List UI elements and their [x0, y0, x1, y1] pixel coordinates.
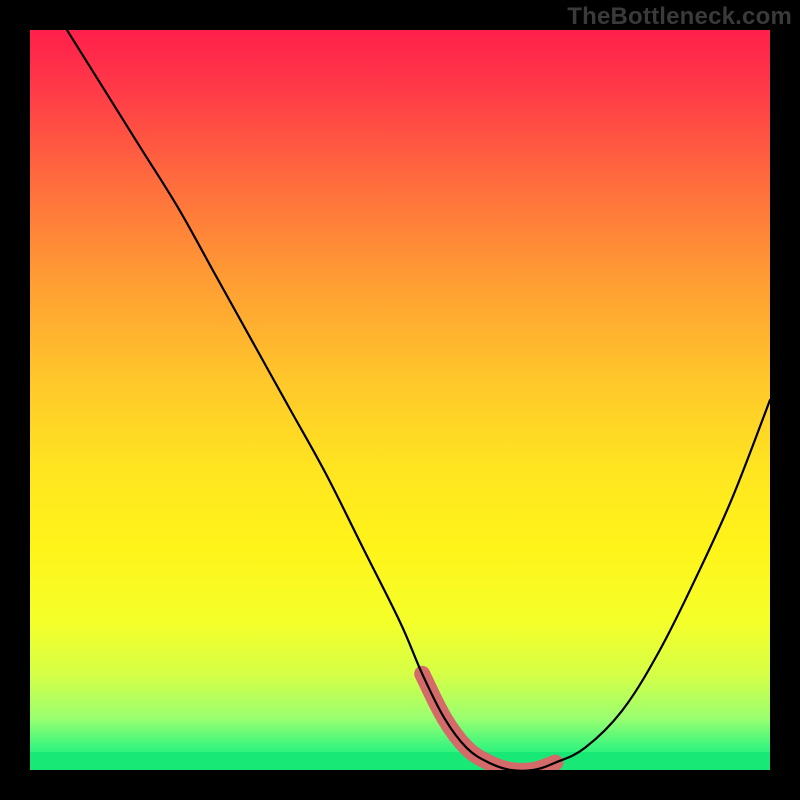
bottleneck-curve [30, 30, 770, 770]
watermark-text: TheBottleneck.com [567, 3, 792, 31]
chart-stage: TheBottleneck.com [0, 0, 800, 800]
plot-area [30, 30, 770, 770]
curve-path [67, 30, 770, 770]
highlight-segment [422, 674, 555, 770]
